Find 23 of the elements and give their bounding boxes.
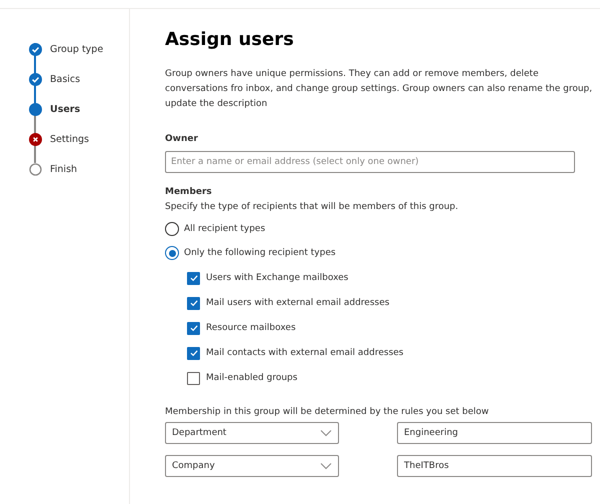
step-label[interactable]: Group type [50,43,104,56]
radio-label: Only the following recipient types [184,248,336,258]
page-title: Assign users [165,29,295,50]
rules-label: Membership in this group will be determined by the rules you set below [165,407,490,417]
value-input-field[interactable]: TheITBros [397,455,592,477]
owner-input-field[interactable]: Enter a name or email address (select only one owner) [165,151,575,173]
description-text: Group owners have unique permissions. They can add or remove members, delete conversations fro inbox, and change group settings. Group owners can also rename the group, update the description [165,68,593,111]
checkbox-label: Mail users with external email addresses [206,298,390,308]
checkbox-label: Mail-enabled groups [206,373,298,383]
owner-label: Owner [165,134,199,144]
step-label[interactable]: Basics [50,73,80,86]
members-hint: Specify the type of recipients that will be members of this group. [165,202,460,212]
attribute-dropdown[interactable]: Company [165,455,339,477]
checkbox-label: Users with Exchange mailboxes [206,273,348,283]
step-label[interactable]: Users [50,103,80,116]
step-label[interactable]: Settings [50,133,89,146]
value-input-field[interactable]: Engineering [397,422,592,444]
checkbox-label: Resource mailboxes [206,323,296,333]
step-label[interactable]: Finish [50,163,78,176]
radio-label: All recipient types [184,224,266,234]
members-label: Members [165,187,213,197]
attribute-dropdown[interactable]: Department [165,422,339,444]
checkbox-label: Mail contacts with external email addresses [206,348,404,358]
